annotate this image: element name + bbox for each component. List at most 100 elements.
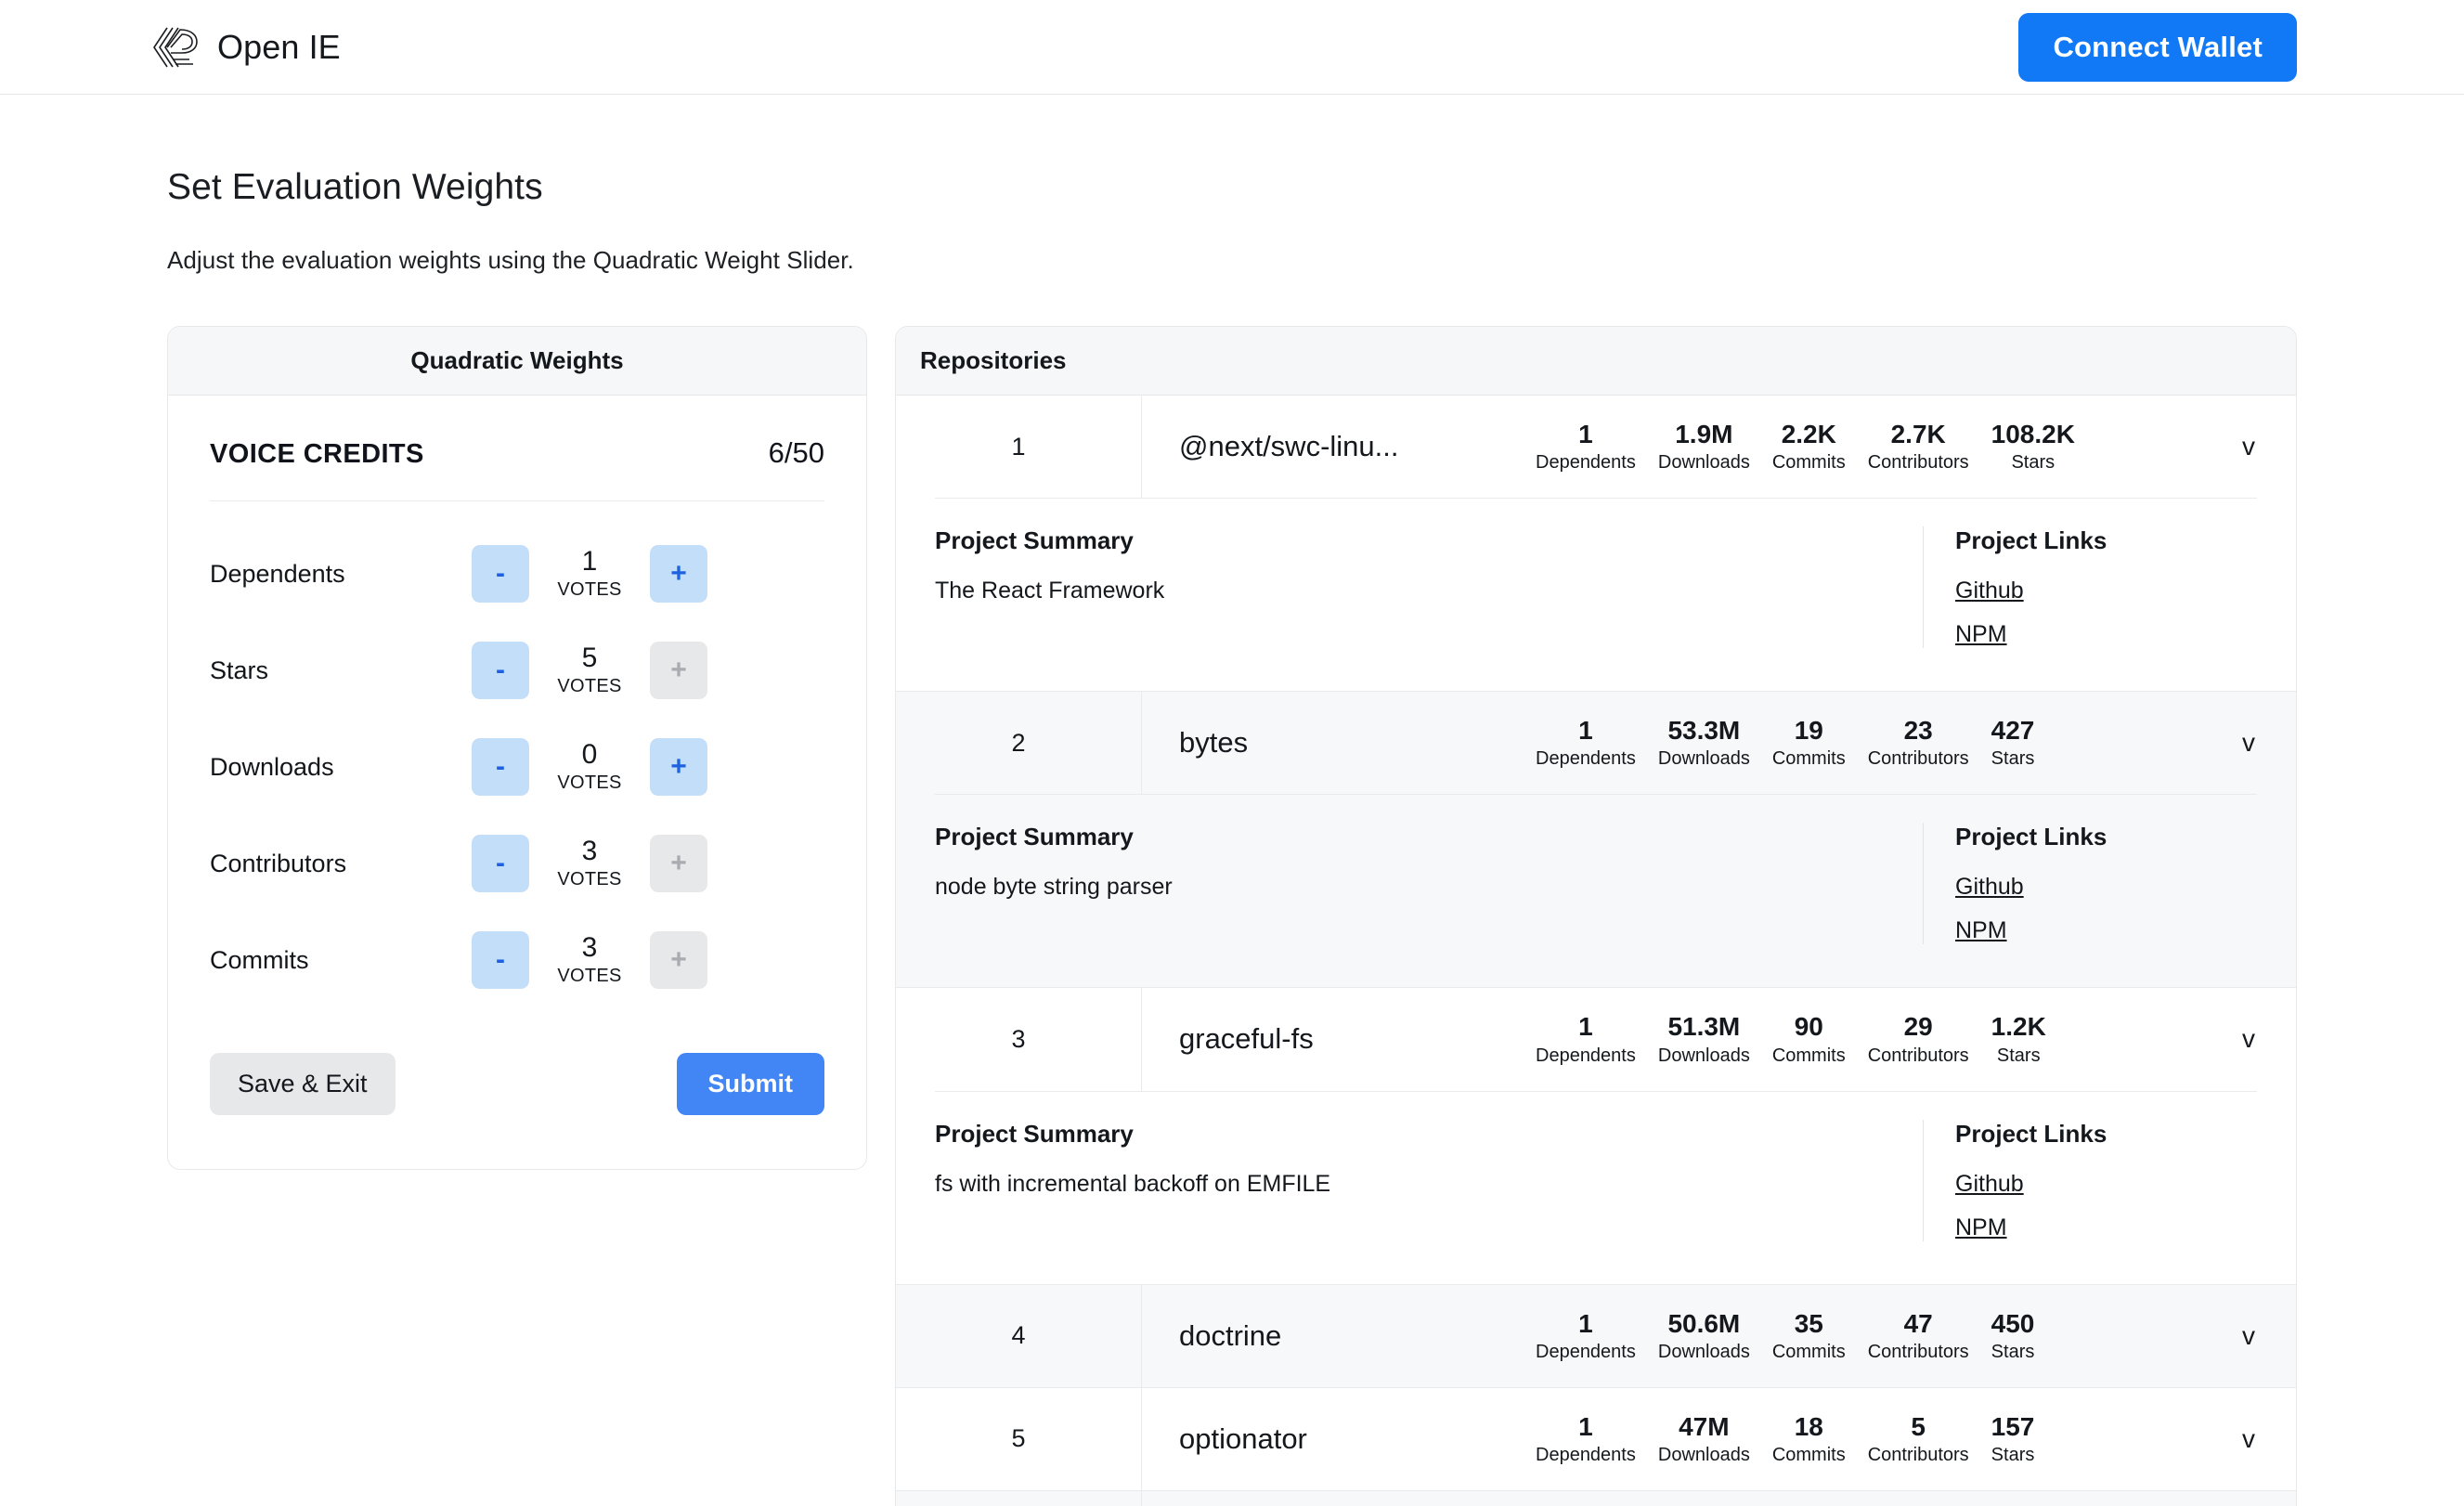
votes-display: 0 VOTES <box>529 740 650 794</box>
weight-row-label: Stars <box>210 656 269 684</box>
chevron-down-icon[interactable]: v <box>2201 432 2296 461</box>
repo-stat: 450 Stars <box>1980 1309 2046 1363</box>
repo-stat-value: 29 <box>1903 1012 1933 1042</box>
repository-row[interactable]: 6base64-js2Dependents34.6MDownloads20Com… <box>896 1490 2296 1506</box>
project-summary-heading: Project Summary <box>935 1119 1134 1148</box>
repo-stat-label: Contributors <box>1867 452 1969 474</box>
increment-button: + <box>650 642 707 699</box>
project-links-heading: Project Links <box>1955 823 2107 851</box>
weight-rows: Dependents -1 VOTES + Stars -5 VOTES + Downloads… <box>210 501 824 1008</box>
votes-caption: VOTES <box>557 965 622 986</box>
repo-stat-label: Downloads <box>1657 452 1750 474</box>
quadratic-weights-panel: Quadratic Weights VOICE CREDITS 6/50 Dep… <box>167 326 867 1170</box>
repo-name: @next/swc-linu... <box>1179 430 1399 463</box>
repository-item: 6base64-js2Dependents34.6MDownloads20Com… <box>896 1490 2296 1506</box>
repo-stat-label: Downloads <box>1657 748 1750 770</box>
weight-row: Contributors -3 VOTES + <box>210 815 824 912</box>
chevron-down-icon[interactable]: v <box>2201 1321 2296 1351</box>
npm-link[interactable]: NPM <box>1955 621 2257 648</box>
repository-row[interactable]: 3 graceful-fs 1 Dependents 51.3M Downloads 90 C… <box>896 988 2296 1091</box>
decrement-button[interactable]: - <box>472 738 529 796</box>
votes-count: 1 <box>581 546 598 578</box>
voice-credits-value: 6/50 <box>768 436 824 469</box>
repo-stat: 19 Commits <box>1761 716 1857 770</box>
repository-row[interactable]: 5 optionator 1 Dependents 47M Downloads 18 Comm… <box>896 1387 2296 1490</box>
weight-stepper: -5 VOTES + <box>472 642 707 699</box>
repo-stat: 1 Dependents <box>1524 420 1647 474</box>
repo-stat-value: 1.2K <box>1991 1012 2046 1042</box>
repository-item: 1 @next/swc-linu... 1 Dependents 1.9M Downloa… <box>896 396 2296 693</box>
decrement-button[interactable]: - <box>472 642 529 699</box>
repo-stat-label: Stars <box>1991 748 2035 770</box>
repo-stat-value: 23 <box>1903 716 1933 746</box>
repo-stat: 1.9M Downloads <box>1647 420 1761 474</box>
repo-stat-value: 18 <box>1794 1411 1823 1441</box>
repo-stat-label: Stars <box>1991 1341 2035 1362</box>
repo-stat-value: 1.9M <box>1675 420 1733 448</box>
repository-item: 2 bytes 1 Dependents 53.3M Downloads 19 Commits… <box>896 692 2296 989</box>
repo-index: 6 <box>896 1490 1142 1506</box>
project-summary: Project Summary node byte string parser <box>935 823 1923 944</box>
repo-stat: 50.6M Downloads <box>1647 1309 1761 1363</box>
repo-main: graceful-fs 1 Dependents 51.3M Downloads 90 Co… <box>1142 988 2296 1090</box>
repository-row[interactable]: 1 @next/swc-linu... 1 Dependents 1.9M Downloa… <box>896 396 2296 499</box>
save-exit-button[interactable]: Save & Exit <box>210 1053 396 1115</box>
increment-button[interactable]: + <box>650 545 707 603</box>
repo-stat: 1 Dependents <box>1524 1412 1647 1466</box>
repo-stat-value: 35 <box>1794 1308 1823 1338</box>
weight-stepper: - 3 VOTES + <box>472 931 707 989</box>
repo-stat-value: 157 <box>1991 1411 2035 1441</box>
npm-link[interactable]: NPM <box>1955 1214 2257 1241</box>
weight-stepper: -1 VOTES + <box>472 545 707 603</box>
repository-row[interactable]: 2 bytes 1 Dependents 53.3M Downloads 19 Commits… <box>896 692 2296 795</box>
project-links: Project Links Github NPM <box>1923 1119 2257 1241</box>
repo-stat: 427 Stars <box>1980 716 2046 770</box>
repo-stat-label: Commits <box>1771 452 1846 474</box>
repo-stat-value: 19 <box>1794 716 1823 746</box>
repo-stat-value: 5 <box>1911 1411 1926 1441</box>
repo-stat-label: Dependents <box>1536 1045 1636 1066</box>
repo-name: bytes <box>1179 726 1249 759</box>
submit-button[interactable]: Submit <box>676 1053 824 1115</box>
votes-caption: VOTES <box>557 772 622 793</box>
npm-link[interactable]: NPM <box>1955 917 2257 944</box>
weight-row-label: Contributors <box>210 849 347 877</box>
repo-stat: 53.3M Downloads <box>1647 716 1761 770</box>
increment-button: + <box>650 931 707 989</box>
repo-index: 5 <box>896 1387 1142 1490</box>
votes-display: 5 VOTES <box>529 643 650 697</box>
votes-display: 3 VOTES <box>529 837 650 890</box>
repo-main: bytes 1 Dependents 53.3M Downloads 19 Commits 2… <box>1142 692 2296 794</box>
project-links-heading: Project Links <box>1955 526 2107 555</box>
repo-stat: 1 Dependents <box>1524 1012 1647 1066</box>
project-summary: Project Summary fs with incremental backo… <box>935 1120 1923 1241</box>
increment-button[interactable]: + <box>650 738 707 796</box>
votes-count: 3 <box>581 836 598 867</box>
github-link[interactable]: Github <box>1955 874 2257 901</box>
project-summary-text: fs with incremental backoff on EMFILE <box>935 1170 1331 1197</box>
decrement-button[interactable]: - <box>472 835 529 892</box>
project-summary-text: node byte string parser <box>935 874 1173 901</box>
chevron-down-icon[interactable]: v <box>2201 1024 2296 1054</box>
decrement-button[interactable]: - <box>472 545 529 603</box>
repo-stat: 157 Stars <box>1980 1412 2046 1466</box>
repo-index: 1 <box>896 396 1142 499</box>
github-link[interactable]: Github <box>1955 1171 2257 1198</box>
votes-count: 5 <box>581 643 598 674</box>
connect-wallet-button[interactable]: Connect Wallet <box>2018 12 2297 82</box>
decrement-button[interactable]: - <box>472 931 529 989</box>
increment-button: + <box>650 835 707 892</box>
github-link[interactable]: Github <box>1955 578 2257 604</box>
repo-stat-value: 47M <box>1679 1411 1730 1441</box>
chevron-down-icon[interactable]: v <box>2201 1424 2296 1454</box>
repo-stat: 1 Dependents <box>1524 1309 1647 1363</box>
repository-row[interactable]: 4 doctrine 1 Dependents 50.6M Downloads 35 Comm… <box>896 1284 2296 1387</box>
repo-stat-label: Contributors <box>1867 1045 1969 1066</box>
repo-details: Project Summary node byte string parser Pr… <box>935 794 2257 987</box>
chevron-down-icon[interactable]: v <box>2201 728 2296 758</box>
votes-count: 3 <box>581 932 598 964</box>
repo-stat: 35 Commits <box>1761 1309 1857 1363</box>
repo-stat-value: 2.7K <box>1890 420 1946 448</box>
repo-stat-label: Dependents <box>1536 748 1636 770</box>
repo-stat-label: Contributors <box>1867 1341 1969 1362</box>
